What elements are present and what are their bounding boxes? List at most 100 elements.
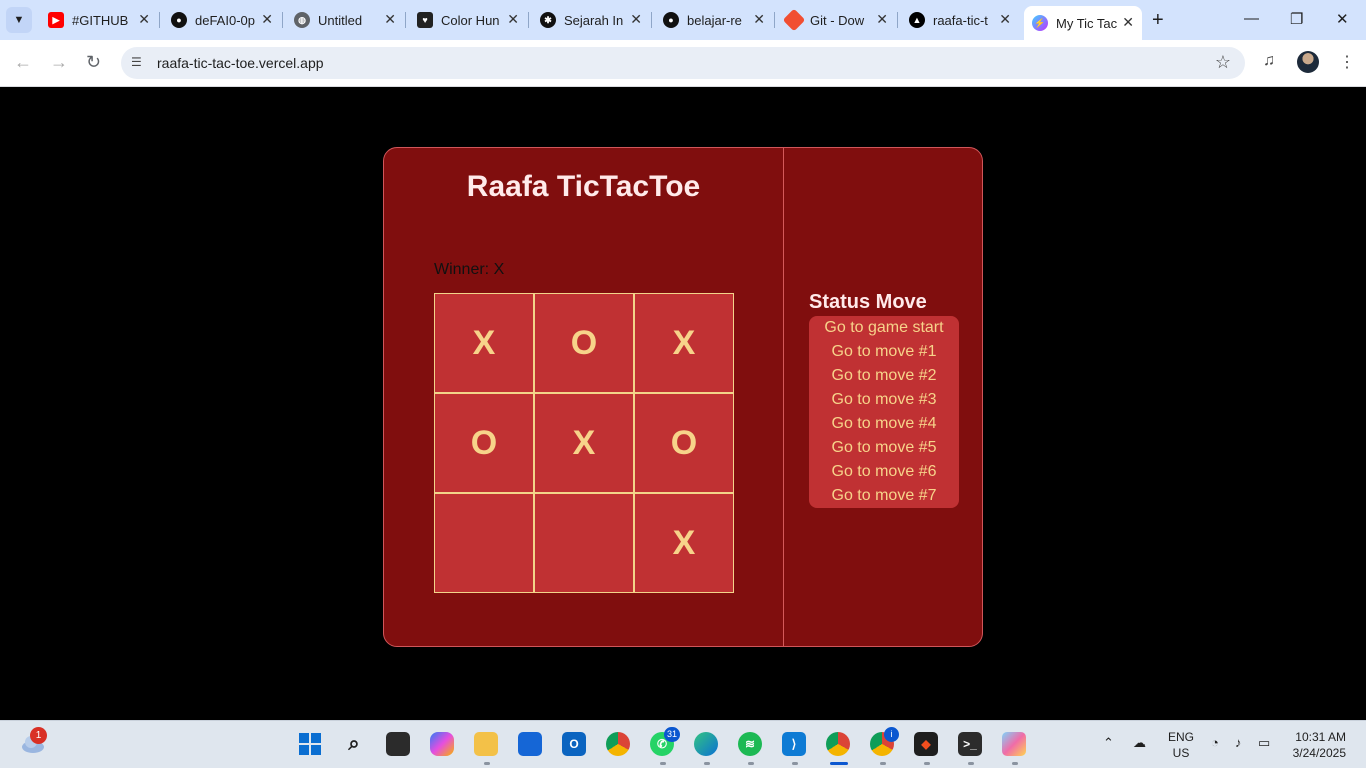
status-move-title: Status Move [809,291,927,313]
move-button-1[interactable]: Go to move #1 [809,342,959,366]
close-icon[interactable]: ✕ [261,11,273,28]
microsoft-store-icon[interactable] [518,732,542,756]
chrome-icon[interactable] [606,732,630,756]
board-cell-7[interactable] [434,493,534,593]
tab-separator [282,12,283,28]
edge-icon[interactable] [694,732,718,756]
close-icon[interactable]: ✕ [876,11,888,28]
paint-app-icon[interactable] [1002,732,1026,756]
move-button-4[interactable]: Go to move #4 [809,414,959,438]
move-button-3[interactable]: Go to move #3 [809,390,959,414]
chevron-up-icon[interactable]: ⌃ [1103,735,1114,751]
menu-kebab-icon[interactable]: ⋮ [1339,52,1355,72]
board-cell-1[interactable]: X [434,293,534,393]
address-bar[interactable]: ☰ raafa-tic-tac-toe.vercel.app ☆ [121,47,1245,79]
move-history-list: Go to game start Go to move #1 Go to mov… [809,316,959,508]
tab-separator [897,12,898,28]
chrome-profile-icon[interactable] [826,732,850,756]
game-title: Raafa TicTacToe [466,170,701,203]
back-icon[interactable]: ← [14,52,32,73]
spotify-icon[interactable]: ≋ [738,732,762,756]
active-indicator [830,762,848,765]
close-icon[interactable]: ✕ [384,11,396,28]
board-cell-6[interactable]: O [634,393,734,493]
page-viewport: Raafa TicTacToe Winner: X X O X O X O X S… [0,87,1366,720]
tab-github-youtube[interactable]: ▶ #GITHUB ✕ [40,6,158,34]
move-button-7[interactable]: Go to move #7 [809,486,959,510]
tab-title: belajar-re [687,12,742,28]
lang-code: ENG [1168,730,1195,744]
close-icon[interactable]: ✕ [1122,14,1134,31]
tab-untitled[interactable]: ◍ Untitled ✕ [286,6,404,34]
language-indicator[interactable]: ENG US [1168,729,1194,761]
board-cell-4[interactable]: O [434,393,534,493]
onedrive-icon[interactable]: ☁ [1133,735,1146,751]
restore-icon[interactable]: ❐ [1290,10,1303,28]
battery-icon[interactable]: ▭ [1258,735,1270,751]
board-cell-5[interactable]: X [534,393,634,493]
close-icon[interactable]: ✕ [507,11,519,28]
close-window-icon[interactable]: ✕ [1336,10,1349,28]
tab-belajar[interactable]: ● belajar-re ✕ [655,6,773,34]
vite-icon: ⚡ [1032,15,1048,31]
windows-start-icon[interactable] [298,732,322,756]
chatgpt-icon: ✱ [540,12,556,28]
running-indicator [1012,762,1018,765]
tab-separator [159,12,160,28]
figma-icon[interactable]: ◆ [914,732,938,756]
tictactoe-app: Raafa TicTacToe Winner: X X O X O X O X S… [383,147,983,647]
new-tab-icon[interactable]: + [1152,9,1164,32]
move-button-5[interactable]: Go to move #5 [809,438,959,462]
tab-title: Untitled [318,12,363,28]
chrome-badge: i [884,727,899,742]
search-icon[interactable]: ⌕ [342,732,366,756]
outlook-icon[interactable]: O [562,732,586,756]
volume-icon[interactable]: ♪ [1235,735,1242,750]
terminal-icon[interactable]: >_ [958,732,982,756]
clock-time: 10:31 AM [1295,730,1346,744]
tab-color-hunt[interactable]: ♥ Color Hun ✕ [409,6,527,34]
tab-search-button[interactable]: ▼ [6,7,32,33]
close-icon[interactable]: ✕ [630,11,642,28]
copilot-icon[interactable] [430,732,454,756]
tab-separator [405,12,406,28]
tab-title: deFAI0-0p [195,12,255,28]
tab-my-tic-tac-active[interactable]: ⚡ My Tic Tac ✕ [1024,6,1142,40]
close-icon[interactable]: ✕ [138,11,150,28]
system-clock[interactable]: 10:31 AM 3/24/2025 [1288,729,1346,761]
tab-title: Sejarah In [564,12,624,28]
tab-raafa-vercel[interactable]: ▲ raafa-tic-t ✕ [901,6,1019,34]
forward-icon[interactable]: → [50,52,68,73]
task-view-icon[interactable] [386,732,410,756]
tab-sejarah[interactable]: ✱ Sejarah In ✕ [532,6,650,34]
wifi-icon[interactable]: ◔ [1211,735,1219,750]
winner-value: X [493,261,505,278]
site-info-icon[interactable]: ☰ [131,55,147,71]
winner-status: Winner: X [434,261,504,279]
board-cell-8[interactable] [534,493,634,593]
close-icon[interactable]: ✕ [999,11,1011,28]
tab-strip: ▼ ▶ #GITHUB ✕ ● deFAI0-0p ✕ ◍ Untitled ✕… [0,0,1366,40]
media-control-icon[interactable]: ♫ [1263,52,1275,70]
tab-title: Color Hun [441,12,500,28]
tab-git-download[interactable]: Git - Dow ✕ [778,6,896,34]
close-icon[interactable]: ✕ [753,11,765,28]
move-button-6[interactable]: Go to move #6 [809,462,959,486]
board-cell-2[interactable]: O [534,293,634,393]
move-button-2[interactable]: Go to move #2 [809,366,959,390]
bookmark-star-icon[interactable]: ☆ [1215,52,1231,73]
browser-toolbar: ← → ↻ ☰ raafa-tic-tac-toe.vercel.app ☆ ♫… [0,40,1366,87]
tab-defai[interactable]: ● deFAI0-0p ✕ [163,6,281,34]
reload-icon[interactable]: ↻ [86,52,101,73]
board-cell-9[interactable]: X [634,493,734,593]
url-text[interactable]: raafa-tic-tac-toe.vercel.app [157,55,324,71]
minimize-icon[interactable]: — [1244,10,1259,27]
vscode-icon[interactable]: ⟩ [782,732,806,756]
board-cell-3[interactable]: X [634,293,734,393]
move-button-start[interactable]: Go to game start [809,318,959,342]
whatsapp-badge: 31 [664,727,681,742]
file-explorer-icon[interactable] [474,732,498,756]
profile-avatar[interactable] [1297,51,1319,73]
region-code: US [1172,746,1190,760]
tab-title: #GITHUB [72,12,129,28]
